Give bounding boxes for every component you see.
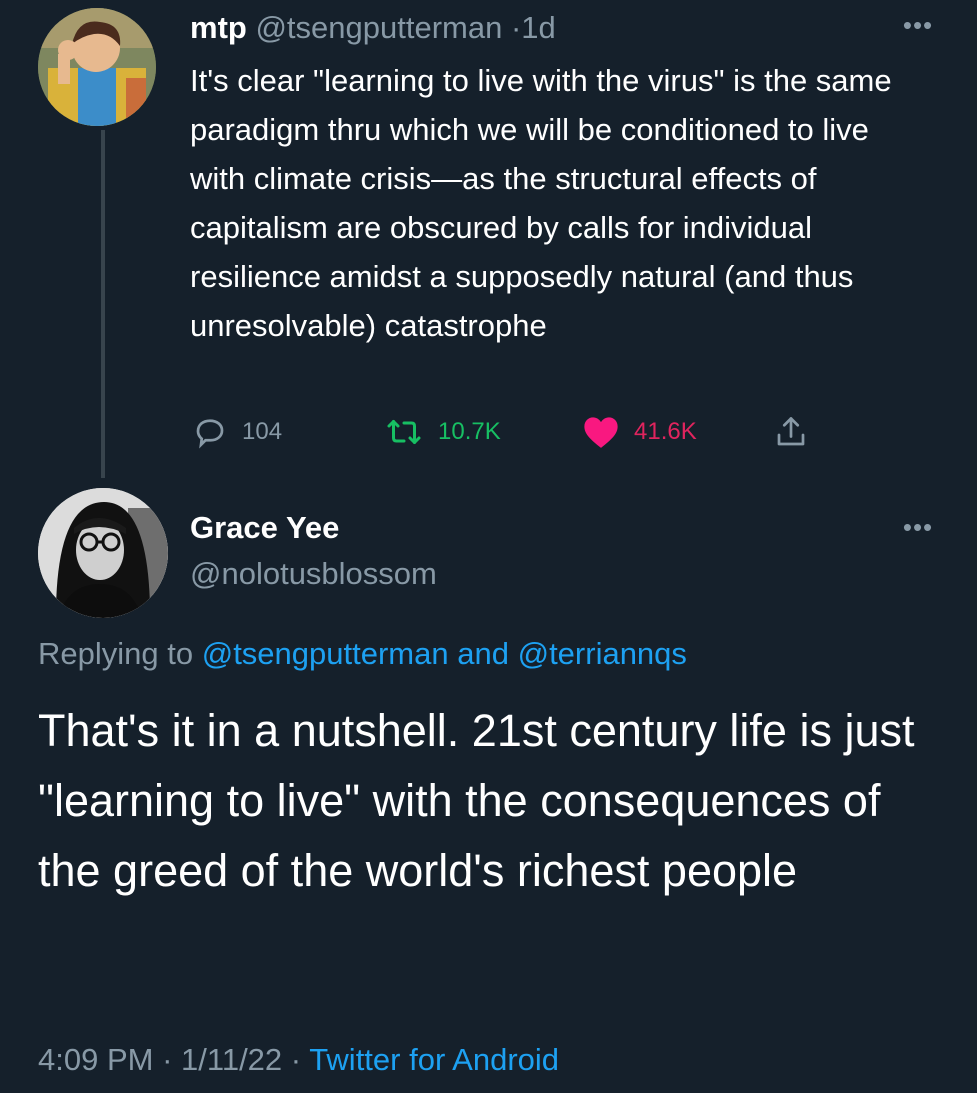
parent-display-name[interactable]: mtp <box>190 10 247 45</box>
header-separator: · <box>510 10 522 45</box>
tweet-meta: 4:09 PM · 1/11/22 · Twitter for Android <box>38 1036 559 1084</box>
mention-tsengputterman[interactable]: @tsengputterman <box>202 636 449 671</box>
more-horizontal-icon[interactable]: ••• <box>900 514 936 540</box>
reply-display-name[interactable]: Grace Yee <box>190 508 339 548</box>
replying-prefix: Replying to <box>38 636 194 671</box>
like-button[interactable]: 41.6K <box>582 410 697 454</box>
retweet-button[interactable]: 10.7K <box>384 410 501 454</box>
avatar-mtp[interactable] <box>38 8 156 126</box>
replying-to-line: Replying to @tsengputterman and @terrian… <box>38 632 687 676</box>
more-horizontal-icon[interactable]: ••• <box>900 12 936 38</box>
tweet-source[interactable]: Twitter for Android <box>309 1042 559 1077</box>
reply-count: 104 <box>242 418 283 445</box>
comment-bubble-icon <box>196 419 224 449</box>
replying-and: and <box>457 636 509 671</box>
tweet-date[interactable]: 1/11/22 <box>181 1042 282 1077</box>
parent-tweet-text: It's clear "learning to live with the vi… <box>190 63 892 343</box>
reply-tweet-text: That's it in a nutshell. 21st century li… <box>38 705 915 896</box>
meta-separator: · <box>162 1042 173 1077</box>
mention-terriannqs[interactable]: @terriannqs <box>518 636 687 671</box>
meta-separator: · <box>290 1042 302 1077</box>
retweet-icon <box>387 420 421 444</box>
heart-icon <box>584 417 618 448</box>
avatar-grace-yee[interactable] <box>38 488 168 618</box>
parent-handle[interactable]: @tsengputterman <box>255 10 502 45</box>
tweet-thread: mtp @tsengputterman ·1d ••• It's clear "… <box>0 0 977 1093</box>
share-button[interactable] <box>773 410 823 454</box>
tweet-time[interactable]: 4:09 PM <box>38 1042 153 1077</box>
like-count: 41.6K <box>634 418 697 445</box>
parent-tweet-age[interactable]: 1d <box>521 10 555 45</box>
reply-button[interactable]: 104 <box>192 410 282 454</box>
reply-handle[interactable]: @nolotusblossom <box>190 554 437 594</box>
share-icon <box>777 417 805 446</box>
parent-tweet-actions: 104 10.7K 41.6K <box>0 410 977 454</box>
retweet-count: 10.7K <box>438 418 501 445</box>
parent-tweet-header: mtp @tsengputterman ·1d <box>190 8 556 48</box>
